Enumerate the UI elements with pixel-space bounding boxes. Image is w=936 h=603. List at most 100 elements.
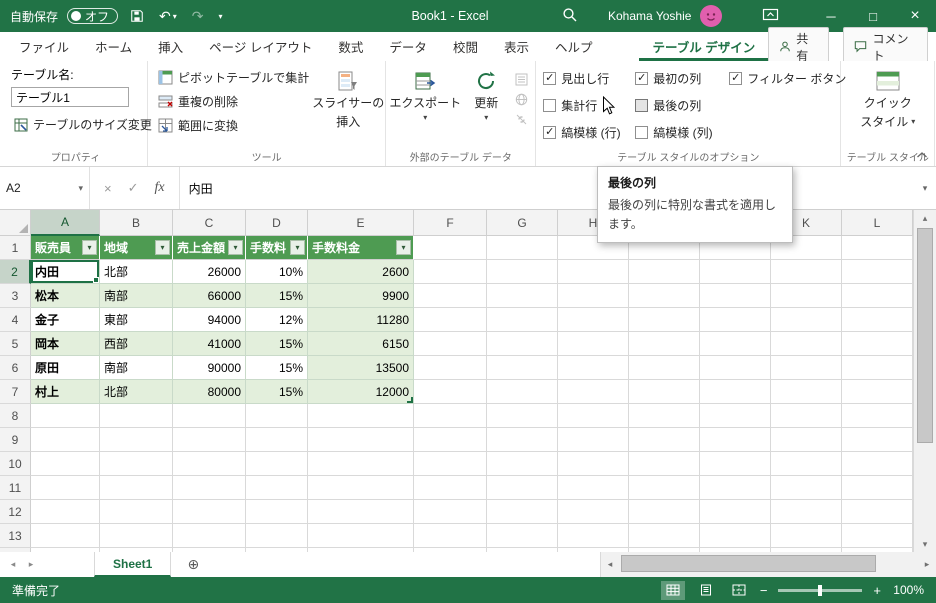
cell-B11[interactable] — [100, 476, 173, 500]
cell-K7[interactable] — [771, 380, 842, 404]
filter-button[interactable]: ▾ — [396, 240, 411, 255]
cell-A6[interactable]: 原田 — [31, 356, 100, 380]
cell-C5[interactable]: 41000 — [173, 332, 246, 356]
quick-access-customize-button[interactable]: ▾ — [216, 12, 226, 21]
cell-H3[interactable] — [558, 284, 629, 308]
cell-C1[interactable]: 売上金額▾ — [173, 236, 246, 260]
cell-B4[interactable]: 東部 — [100, 308, 173, 332]
cell-B8[interactable] — [100, 404, 173, 428]
vertical-scroll-thumb[interactable] — [917, 228, 933, 443]
cell-C2[interactable]: 26000 — [173, 260, 246, 284]
cell-J8[interactable] — [700, 404, 771, 428]
cell-C12[interactable] — [173, 500, 246, 524]
cell-I8[interactable] — [629, 404, 700, 428]
cell-B10[interactable] — [100, 452, 173, 476]
row-header-8[interactable]: 8 — [0, 404, 31, 428]
cell-E9[interactable] — [308, 428, 414, 452]
cell-K13[interactable] — [771, 524, 842, 548]
cell-G12[interactable] — [487, 500, 558, 524]
cell-G9[interactable] — [487, 428, 558, 452]
cell-I9[interactable] — [629, 428, 700, 452]
cell-J11[interactable] — [700, 476, 771, 500]
cell-E12[interactable] — [308, 500, 414, 524]
cell-E7[interactable]: 12000 — [308, 380, 414, 404]
cell-G2[interactable] — [487, 260, 558, 284]
ribbon-tab[interactable]: ページ レイアウト — [196, 32, 325, 61]
cell-B12[interactable] — [100, 500, 173, 524]
ribbon-tab[interactable]: データ — [376, 32, 440, 61]
row-header-3[interactable]: 3 — [0, 284, 31, 308]
cell-F11[interactable] — [414, 476, 487, 500]
cell-C10[interactable] — [173, 452, 246, 476]
cell-A8[interactable] — [31, 404, 100, 428]
cell-E4[interactable]: 11280 — [308, 308, 414, 332]
scroll-up-icon[interactable]: ▴ — [914, 210, 936, 226]
ribbon-tab[interactable]: ヘルプ — [542, 32, 606, 61]
column-header-F[interactable]: F — [414, 210, 487, 236]
cell-D12[interactable] — [246, 500, 308, 524]
ribbon-tab[interactable]: 挿入 — [145, 32, 196, 61]
cell-G11[interactable] — [487, 476, 558, 500]
cell-A4[interactable]: 金子 — [31, 308, 100, 332]
cell-E8[interactable] — [308, 404, 414, 428]
cell-L5[interactable] — [842, 332, 913, 356]
zoom-level[interactable]: 100% — [890, 583, 924, 597]
cell-I12[interactable] — [629, 500, 700, 524]
cell-L10[interactable] — [842, 452, 913, 476]
vertical-scrollbar[interactable]: ▴ ▾ — [913, 210, 936, 552]
cancel-icon[interactable]: × — [104, 181, 112, 196]
cell-K2[interactable] — [771, 260, 842, 284]
cell-G5[interactable] — [487, 332, 558, 356]
ribbon-tab[interactable]: ファイル — [6, 32, 82, 61]
account-button[interactable]: Kohama Yoshie — [608, 0, 723, 32]
cell-A3[interactable]: 松本 — [31, 284, 100, 308]
cell-E3[interactable]: 9900 — [308, 284, 414, 308]
cell-E13[interactable] — [308, 524, 414, 548]
cell-H6[interactable] — [558, 356, 629, 380]
cell-E5[interactable]: 6150 — [308, 332, 414, 356]
cell-G10[interactable] — [487, 452, 558, 476]
cell-D9[interactable] — [246, 428, 308, 452]
cell-H11[interactable] — [558, 476, 629, 500]
quick-styles-dropdown-icon[interactable]: ▾ — [911, 117, 915, 126]
cell-I13[interactable] — [629, 524, 700, 548]
cell-C6[interactable]: 90000 — [173, 356, 246, 380]
filter-button[interactable]: ▾ — [155, 240, 170, 255]
cell-J6[interactable] — [700, 356, 771, 380]
cell-C13[interactable] — [173, 524, 246, 548]
unlink-icon[interactable] — [515, 113, 528, 126]
row-header-1[interactable]: 1 — [0, 236, 31, 260]
filter-button[interactable]: ▾ — [290, 240, 305, 255]
cell-D6[interactable]: 15% — [246, 356, 308, 380]
cell-E1[interactable]: 手数料金▾ — [308, 236, 414, 260]
row-header-6[interactable]: 6 — [0, 356, 31, 380]
cell-F7[interactable] — [414, 380, 487, 404]
cell-F8[interactable] — [414, 404, 487, 428]
option-banded-rows[interactable]: ✓ 縞模様 (行) — [543, 124, 627, 141]
cell-A5[interactable]: 岡本 — [31, 332, 100, 356]
cell-D7[interactable]: 15% — [246, 380, 308, 404]
column-header-D[interactable]: D — [246, 210, 308, 236]
cell-I11[interactable] — [629, 476, 700, 500]
cell-A11[interactable] — [31, 476, 100, 500]
name-box-dropdown-icon[interactable]: ▾ — [78, 183, 83, 194]
cell-B13[interactable] — [100, 524, 173, 548]
cell-A13[interactable] — [31, 524, 100, 548]
insert-slicer-button[interactable]: スライサーの 挿入 — [318, 66, 378, 149]
cell-K10[interactable] — [771, 452, 842, 476]
resize-table-button[interactable]: テーブルのサイズ変更 — [11, 115, 155, 134]
cell-A12[interactable] — [31, 500, 100, 524]
cell-J7[interactable] — [700, 380, 771, 404]
remove-duplicates-button[interactable]: 重複の削除 — [155, 92, 312, 111]
cell-I4[interactable] — [629, 308, 700, 332]
zoom-out-button[interactable]: − — [760, 583, 768, 598]
quick-styles-button[interactable]: クイック スタイル ▾ — [856, 66, 919, 149]
refresh-button[interactable]: 更新 ▾ — [463, 66, 509, 149]
row-header-9[interactable]: 9 — [0, 428, 31, 452]
cell-K12[interactable] — [771, 500, 842, 524]
new-sheet-button[interactable]: ⊕ — [181, 552, 205, 577]
row-header-4[interactable]: 4 — [0, 308, 31, 332]
cell-C3[interactable]: 66000 — [173, 284, 246, 308]
active-cell-A2[interactable]: 内田 — [31, 260, 100, 284]
column-header-B[interactable]: B — [100, 210, 173, 236]
